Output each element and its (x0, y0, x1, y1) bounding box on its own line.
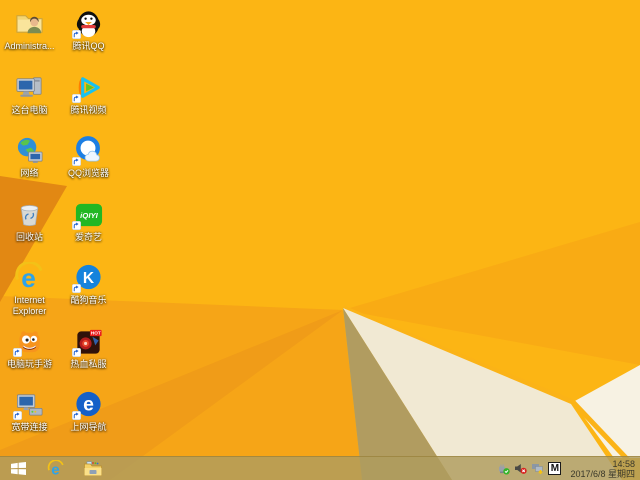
desktop-icon-mobile-game-helper[interactable]: 电脑玩手游 (0, 324, 59, 388)
user-folder-icon (13, 8, 46, 39)
broadband-connection-icon (13, 389, 46, 420)
shortcut-arrow-icon (72, 157, 81, 166)
shortcut-arrow-icon (72, 93, 81, 103)
desktop-icon-recycle-bin[interactable]: 回收站 (0, 197, 59, 261)
shortcut-arrow-icon (72, 220, 81, 230)
svg-text:iQIYI: iQIYI (80, 210, 99, 219)
taskbar: e M 14:58 2017/6/8 星期四 (0, 456, 640, 480)
web-navigation-icon: e (72, 389, 105, 420)
usb-safely-remove-icon[interactable] (497, 462, 511, 475)
desktop-icon-internet-explorer[interactable]: e Internet Explorer (0, 260, 59, 324)
mobile-game-helper-icon (13, 326, 46, 357)
desktop-icon-hot-game[interactable]: HOT 热血私服 (59, 324, 118, 388)
desktop-icon-label: 腾讯QQ (72, 41, 105, 51)
taskbar-internet-explorer-button[interactable]: e (37, 457, 74, 480)
desktop-icon-label: 爱奇艺 (74, 231, 102, 242)
internet-explorer-icon: e (13, 262, 46, 293)
desktop-icon-administrator[interactable]: Administra... (0, 6, 59, 70)
desktop[interactable]: Administra... 这台电脑 网络 回收站 e Internet Exp… (0, 0, 640, 480)
svg-text:e: e (51, 461, 59, 477)
desktop-icon-label: 这台电脑 (11, 104, 48, 115)
taskbar-file-explorer-button[interactable] (74, 457, 111, 480)
internet-explorer-icon: e (47, 459, 64, 478)
kugou-music-icon: K (72, 262, 105, 293)
desktop-icon-broadband-connection[interactable]: 宽带连接 (0, 387, 59, 451)
ime-indicator[interactable]: M (548, 462, 562, 475)
desktop-icon-label: 酷狗音乐 (70, 295, 107, 305)
desktop-icon-label: Administra... (4, 41, 55, 51)
desktop-icon-tencent-video[interactable]: 腾讯视频 (59, 70, 118, 134)
file-explorer-icon (83, 461, 102, 476)
desktop-icon-label: 电脑玩手游 (6, 358, 52, 369)
svg-text:HOT: HOT (91, 330, 101, 335)
this-pc-icon (13, 72, 46, 103)
volume-muted-icon[interactable] (514, 462, 528, 475)
shortcut-arrow-icon (72, 347, 81, 357)
windows-logo-icon (11, 462, 26, 475)
shortcut-arrow-icon (13, 411, 22, 420)
svg-text:e: e (83, 393, 94, 415)
desktop-icon-label: Internet Explorer (12, 295, 47, 316)
network-icon (13, 135, 46, 166)
qq-browser-icon (72, 135, 105, 166)
desktop-icon-network[interactable]: 网络 (0, 133, 59, 197)
desktop-icon-qq-browser[interactable]: QQ浏览器 (59, 133, 118, 197)
hot-game-icon: HOT (72, 326, 105, 357)
desktop-icon-label: QQ浏览器 (67, 168, 109, 178)
taskbar-clock[interactable]: 14:58 2017/6/8 星期四 (570, 459, 635, 479)
desktop-icon-label: 上网导航 (70, 422, 107, 432)
desktop-icon-iqiyi[interactable]: iQIYI 爱奇艺 (59, 197, 118, 261)
network-warning-icon[interactable] (531, 462, 544, 475)
qq-penguin-icon (72, 8, 105, 39)
shortcut-arrow-icon (72, 411, 81, 420)
system-tray: M 14:58 2017/6/8 星期四 (497, 457, 640, 480)
tencent-video-icon (72, 72, 105, 103)
start-button[interactable] (0, 457, 37, 480)
svg-text:e: e (21, 263, 36, 293)
desktop-icon-label: 宽带连接 (11, 422, 48, 432)
shortcut-arrow-icon (72, 284, 81, 293)
shortcut-arrow-icon (72, 30, 81, 39)
desktop-icon-label: 网络 (20, 168, 39, 178)
svg-text:K: K (83, 270, 95, 287)
desktop-icon-label: 热血私服 (70, 358, 107, 369)
desktop-icon-kugou-music[interactable]: K 酷狗音乐 (59, 260, 118, 324)
recycle-bin-icon (13, 199, 46, 230)
iqiyi-icon: iQIYI (72, 199, 105, 230)
desktop-icon-grid: Administra... 这台电脑 网络 回收站 e Internet Exp… (0, 6, 118, 451)
clock-date: 2017/6/8 星期四 (570, 468, 635, 479)
desktop-icon-label: 腾讯视频 (70, 104, 107, 115)
clock-time: 14:58 (612, 458, 635, 469)
desktop-icon-tencent-qq[interactable]: 腾讯QQ (59, 6, 118, 70)
desktop-icon-web-navigation[interactable]: e 上网导航 (59, 387, 118, 451)
shortcut-arrow-icon (13, 347, 22, 357)
desktop-icon-this-pc[interactable]: 这台电脑 (0, 70, 59, 134)
desktop-icon-label: 回收站 (15, 231, 43, 242)
